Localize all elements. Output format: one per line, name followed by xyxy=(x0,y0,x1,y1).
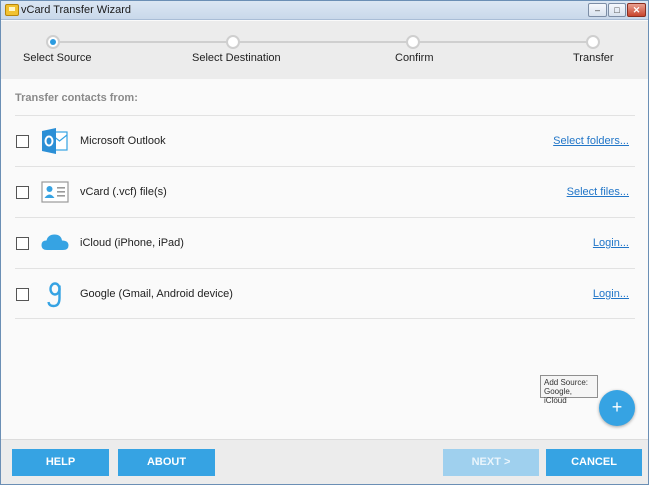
outlook-icon xyxy=(42,128,68,154)
maximize-button[interactable]: □ xyxy=(608,3,626,17)
tooltip-line: Google, iCloud xyxy=(544,387,573,405)
add-source-button[interactable]: + xyxy=(599,390,635,426)
outlook-checkbox[interactable] xyxy=(16,135,29,148)
help-button[interactable]: HELP xyxy=(12,449,109,476)
vcard-label: vCard (.vcf) file(s) xyxy=(80,186,167,198)
close-button[interactable]: ✕ xyxy=(627,3,646,17)
source-row-vcard: vCard (.vcf) file(s) Select files... xyxy=(15,166,635,217)
step-label-confirm: Confirm xyxy=(395,52,434,64)
app-folder-icon xyxy=(5,4,19,16)
cancel-button[interactable]: CANCEL xyxy=(546,449,642,476)
window-title: vCard Transfer Wizard xyxy=(21,4,132,16)
google-login-link[interactable]: Login... xyxy=(593,288,629,300)
add-source-tooltip: Add Source: Google, iCloud xyxy=(540,375,598,405)
vcard-checkbox[interactable] xyxy=(16,186,29,199)
tooltip-line: Add Source: xyxy=(544,378,589,387)
app-window: vCard Transfer Wizard ‒ □ ✕ Select Sourc… xyxy=(0,0,649,485)
outlook-label: Microsoft Outlook xyxy=(80,135,166,147)
step-label-select-destination: Select Destination xyxy=(192,52,281,64)
step-connector xyxy=(57,41,229,43)
icloud-icon xyxy=(41,234,69,250)
icloud-checkbox[interactable] xyxy=(16,237,29,250)
step-label-transfer: Transfer xyxy=(573,52,614,64)
section-heading: Transfer contacts from: xyxy=(15,92,138,104)
outlook-select-folders-link[interactable]: Select folders... xyxy=(553,135,629,147)
step-dot-select-source xyxy=(46,35,60,49)
google-checkbox[interactable] xyxy=(16,288,29,301)
footer-bar: HELP ABOUT NEXT > CANCEL xyxy=(1,439,648,484)
step-connector xyxy=(239,41,407,43)
step-dot-confirm xyxy=(406,35,420,49)
source-row-outlook: Microsoft Outlook Select folders... xyxy=(15,115,635,166)
google-icon xyxy=(47,282,61,308)
next-button[interactable]: NEXT > xyxy=(443,449,539,476)
vcard-select-files-link[interactable]: Select files... xyxy=(567,186,629,198)
wizard-stepper: Select Source Select Destination Confirm… xyxy=(1,21,648,79)
step-label-select-source: Select Source xyxy=(23,52,92,64)
about-button[interactable]: ABOUT xyxy=(118,449,215,476)
title-bar: vCard Transfer Wizard ‒ □ ✕ xyxy=(1,1,648,20)
icloud-label: iCloud (iPhone, iPad) xyxy=(80,237,184,249)
icloud-login-link[interactable]: Login... xyxy=(593,237,629,249)
google-label: Google (Gmail, Android device) xyxy=(80,288,233,300)
step-dot-select-destination xyxy=(226,35,240,49)
source-panel: Transfer contacts from: Microsoft Outloo… xyxy=(1,79,648,439)
step-connector xyxy=(419,41,587,43)
minimize-button[interactable]: ‒ xyxy=(588,3,607,17)
source-row-icloud: iCloud (iPhone, iPad) Login... xyxy=(15,217,635,268)
source-row-google: Google (Gmail, Android device) Login... xyxy=(15,268,635,319)
step-dot-transfer xyxy=(586,35,600,49)
vcard-icon xyxy=(41,181,69,203)
